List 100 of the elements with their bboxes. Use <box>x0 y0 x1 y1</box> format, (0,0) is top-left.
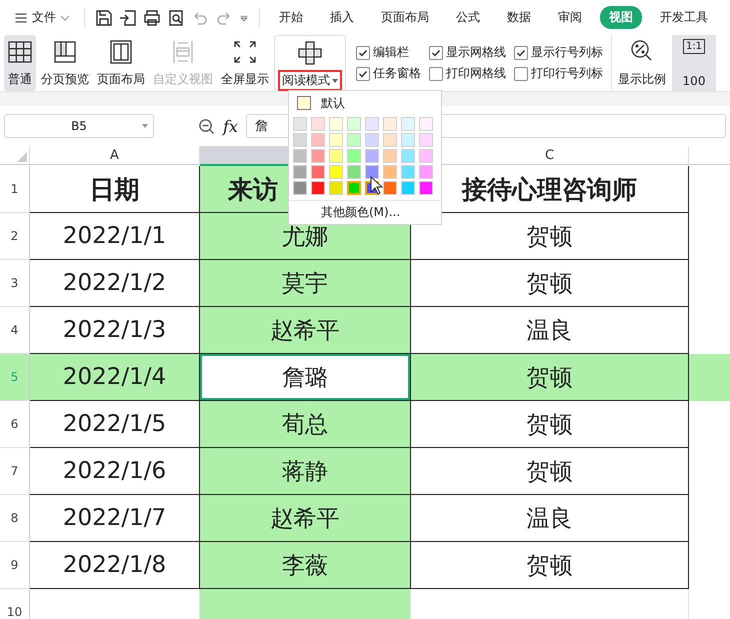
ribbon-tab[interactable]: 审阅 <box>549 6 591 29</box>
print-preview-icon[interactable] <box>167 8 185 26</box>
color-swatch[interactable] <box>383 133 397 147</box>
row-number[interactable]: 7 <box>0 448 30 495</box>
color-swatch[interactable] <box>365 165 379 179</box>
color-swatch[interactable] <box>293 117 307 131</box>
color-swatch[interactable] <box>401 133 415 147</box>
checkbox-label: 打印网格线 <box>446 65 506 82</box>
cross-icon <box>297 40 323 66</box>
table-cell: 2022/1/4 <box>30 354 200 401</box>
color-swatch[interactable] <box>383 165 397 179</box>
color-swatch[interactable] <box>329 117 343 131</box>
name-box[interactable]: B5 <box>4 114 154 138</box>
color-swatch[interactable] <box>347 133 361 147</box>
chevron-icon[interactable] <box>60 14 70 20</box>
checkbox[interactable] <box>514 46 528 60</box>
file-menu[interactable]: 文件 <box>10 6 74 28</box>
color-swatch[interactable] <box>419 117 433 131</box>
color-swatch[interactable] <box>401 181 415 195</box>
color-swatch[interactable] <box>365 117 379 131</box>
table-cell: 赵希平 <box>200 495 411 542</box>
row-number[interactable]: 2 <box>0 213 30 260</box>
column-header[interactable]: A <box>30 146 200 165</box>
view-button[interactable]: 全屏显示 <box>218 35 272 91</box>
ribbon-tab[interactable]: 开发工具 <box>651 6 717 29</box>
color-swatch[interactable] <box>293 149 307 163</box>
ribbon-tab[interactable]: 插入 <box>321 6 363 29</box>
select-all-corner[interactable] <box>0 146 30 165</box>
table-cell: 贺顿 <box>411 354 689 401</box>
checkbox[interactable] <box>429 46 443 60</box>
color-swatch[interactable] <box>365 133 379 147</box>
color-swatch[interactable] <box>383 149 397 163</box>
view-button[interactable]: 页面布局 <box>94 35 148 91</box>
color-swatch[interactable] <box>401 149 415 163</box>
row-number[interactable]: 8 <box>0 495 30 542</box>
caret-icon[interactable] <box>332 78 338 82</box>
table-cell: 赵希平 <box>200 307 411 354</box>
color-swatch[interactable] <box>419 149 433 163</box>
table-cell: 李薇 <box>200 542 411 589</box>
default-option[interactable]: 默认 <box>321 94 345 112</box>
page-columns-icon <box>52 39 78 65</box>
color-swatch[interactable] <box>329 165 343 179</box>
ribbon-tab[interactable]: 开始 <box>270 6 312 29</box>
row-number[interactable]: 3 <box>0 260 30 307</box>
color-swatch[interactable] <box>311 149 325 163</box>
color-swatch[interactable] <box>347 181 361 195</box>
print-icon[interactable] <box>143 8 161 26</box>
color-swatch[interactable] <box>293 133 307 147</box>
checkbox-label: 打印行号列标 <box>531 65 603 82</box>
color-swatch[interactable] <box>311 181 325 195</box>
color-swatch[interactable] <box>401 165 415 179</box>
color-swatch[interactable] <box>329 149 343 163</box>
color-swatch[interactable] <box>311 117 325 131</box>
color-swatch[interactable] <box>311 133 325 147</box>
default-color-swatch[interactable] <box>297 96 311 110</box>
zoom-out-icon[interactable] <box>198 118 215 134</box>
checkbox-label: 显示行号列标 <box>531 44 603 61</box>
view-button[interactable]: 分页预览 <box>38 35 92 91</box>
cursor-icon <box>370 176 384 196</box>
color-swatch[interactable] <box>383 181 397 195</box>
checkbox[interactable] <box>429 66 443 80</box>
save-icon[interactable] <box>95 8 113 26</box>
checkbox[interactable] <box>356 46 370 60</box>
color-swatch[interactable] <box>419 133 433 147</box>
actual-size-button[interactable]: 1:1 100 <box>672 35 716 91</box>
export-icon[interactable] <box>119 8 137 26</box>
function-icon[interactable]: fx <box>223 116 238 136</box>
checkbox-label: 任务窗格 <box>373 65 421 82</box>
table-cell: 莫宇 <box>200 260 411 307</box>
row-number[interactable]: 1 <box>0 166 30 213</box>
color-swatch[interactable] <box>365 149 379 163</box>
ribbon-tab[interactable]: 数据 <box>498 6 540 29</box>
row-number[interactable]: 6 <box>0 401 30 448</box>
color-swatch[interactable] <box>329 133 343 147</box>
page-layout-icon <box>108 39 134 65</box>
table-cell: 贺顿 <box>411 260 689 307</box>
ribbon-tab[interactable]: 公式 <box>447 6 489 29</box>
fullscreen-icon <box>232 39 258 65</box>
color-swatch[interactable] <box>383 117 397 131</box>
color-swatch[interactable] <box>347 149 361 163</box>
color-swatch[interactable] <box>311 165 325 179</box>
ribbon-tab[interactable]: 页面布局 <box>372 6 438 29</box>
color-swatch[interactable] <box>419 165 433 179</box>
color-swatch[interactable] <box>419 181 433 195</box>
table-cell: 贺顿 <box>411 401 689 448</box>
table-cell: 贺顿 <box>411 542 689 589</box>
color-swatch[interactable] <box>347 117 361 131</box>
zoom-button[interactable]: 显示比例 <box>612 35 672 91</box>
color-swatch[interactable] <box>401 117 415 131</box>
view-button[interactable]: 普通 <box>4 35 36 91</box>
table-cell: 温良 <box>411 495 689 542</box>
grid-icon <box>7 39 33 65</box>
row-number[interactable]: 10 <box>0 589 30 619</box>
color-swatch[interactable] <box>293 181 307 195</box>
color-swatch[interactable] <box>347 165 361 179</box>
color-swatch[interactable] <box>329 181 343 195</box>
checkbox[interactable] <box>514 66 528 80</box>
checkbox[interactable] <box>356 66 370 80</box>
color-swatch[interactable] <box>293 165 307 179</box>
row-number[interactable]: 9 <box>0 542 30 589</box>
